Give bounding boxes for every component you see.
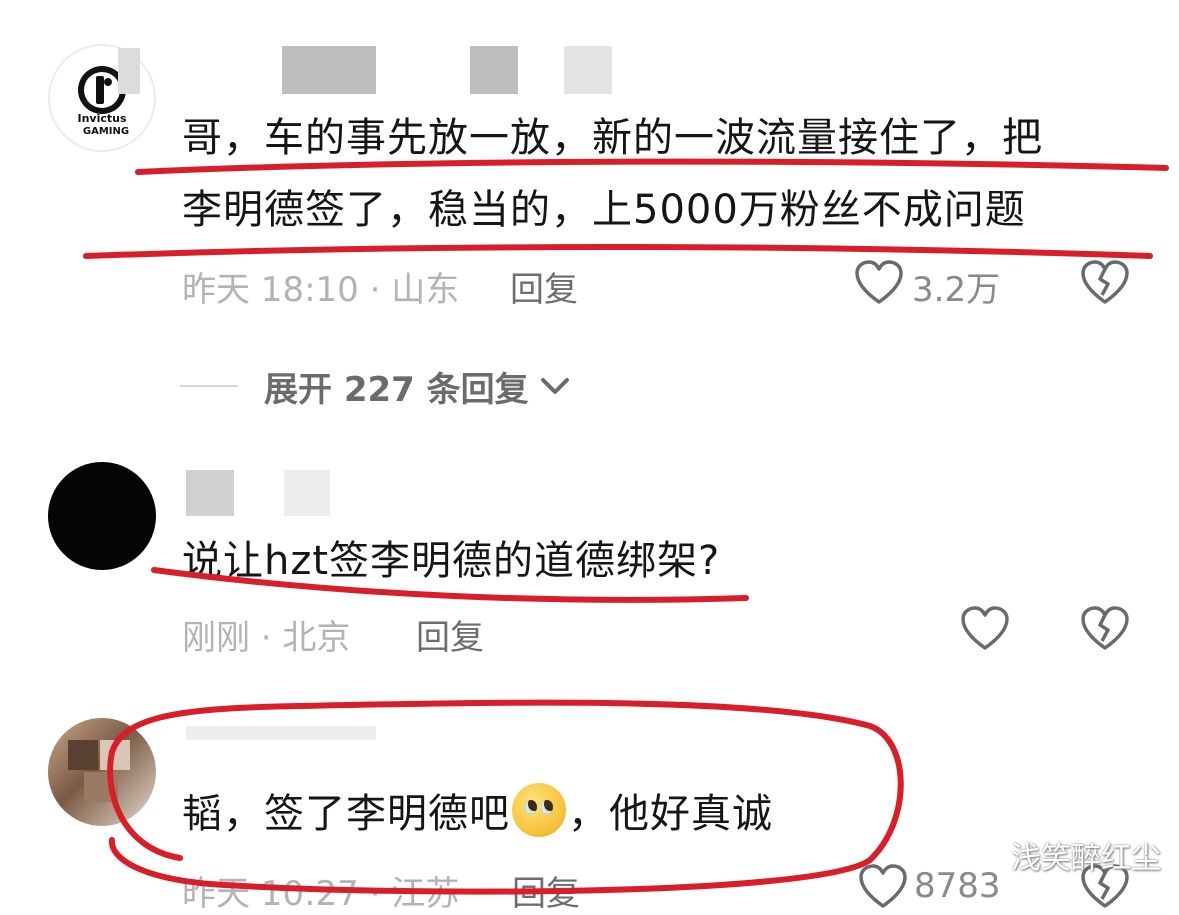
username-blur	[118, 48, 140, 94]
like-count: 8783	[914, 866, 1001, 906]
pleading-face-emoji-icon	[512, 783, 566, 837]
username-blur	[186, 726, 376, 740]
like-count: 3.2万	[912, 270, 1001, 310]
comment-text-line: 李明德签了，稳当的，上5000万粉丝不成问题	[182, 187, 1026, 233]
avatar-mosaic	[68, 740, 98, 770]
expand-replies[interactable]: 展开 227 条回复	[180, 360, 573, 412]
dislike-icon[interactable]	[1080, 260, 1130, 306]
username-blur	[186, 470, 234, 516]
username-blur	[470, 46, 518, 94]
like-icon[interactable]	[960, 606, 1010, 652]
username-blur	[564, 46, 612, 94]
expand-replies-label: 展开 227 条回复	[264, 369, 529, 410]
comment-meta: 刚刚 · 北京	[182, 618, 351, 658]
watermark: 浅笑醉红尘	[1011, 841, 1161, 876]
like-icon[interactable]	[858, 864, 908, 910]
ig-logo-text-1: Invictus	[77, 112, 126, 125]
avatar-mosaic	[100, 740, 130, 770]
comment-text: 说让hzt签李明德的道德绑架?	[182, 538, 721, 584]
ig-logo-text-2: GAMING	[83, 126, 129, 137]
comment-text-line: 哥，车的事先放一放，新的一波流量接住了，把	[182, 115, 1043, 161]
chevron-down-icon	[540, 378, 569, 394]
avatar-mosaic	[84, 772, 118, 802]
username-blur	[282, 46, 376, 94]
like-icon[interactable]	[854, 260, 904, 306]
comment-text: 韬，签了李明德吧 ，他好真诚	[182, 778, 773, 850]
avatar[interactable]	[48, 718, 156, 826]
reply-button[interactable]: 回复	[510, 262, 578, 311]
comment-meta: 昨天 10:27 · 江苏	[182, 874, 460, 914]
divider-line	[180, 385, 238, 387]
underline-annotation	[83, 244, 1153, 259]
username-blur	[284, 470, 330, 516]
comment-text-part: ，他好真诚	[568, 791, 773, 837]
dislike-icon[interactable]	[1080, 606, 1130, 652]
comment-meta: 昨天 18:10 · 山东	[182, 270, 460, 310]
comment-text-part: 韬，签了李明德吧	[182, 791, 510, 837]
avatar[interactable]	[48, 462, 156, 570]
reply-button[interactable]: 回复	[416, 610, 484, 659]
reply-button[interactable]: 回复	[512, 866, 580, 915]
